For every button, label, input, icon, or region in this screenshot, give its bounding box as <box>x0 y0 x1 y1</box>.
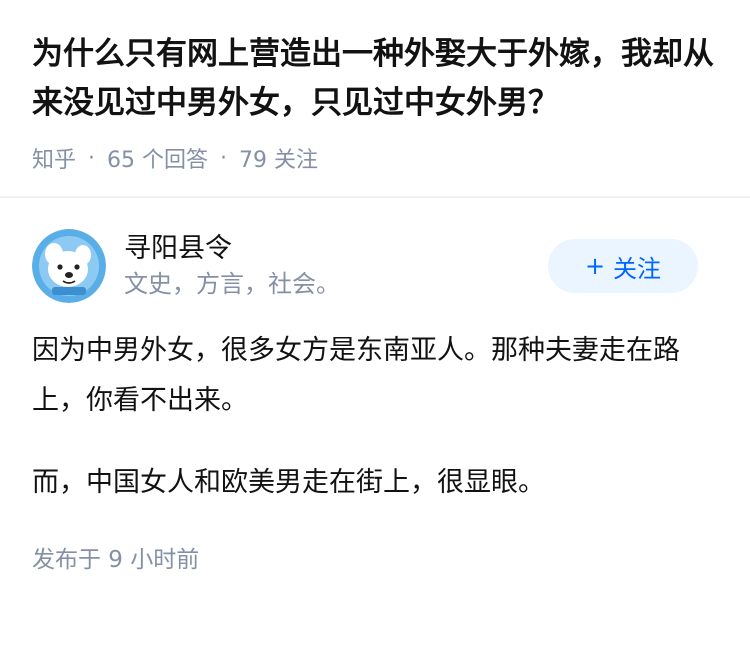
meta-separator: · <box>220 145 228 171</box>
author-row: 寻阳县令 文史，方言，社会。 + 关注 <box>32 228 718 304</box>
plus-icon: + <box>584 252 606 280</box>
source-label[interactable]: 知乎 <box>32 142 76 174</box>
follower-count[interactable]: 79 关注 <box>239 142 318 174</box>
answer-card: 寻阳县令 文史，方言，社会。 + 关注 因为中男外女，很多女方是东南亚人。那种夫… <box>0 198 750 574</box>
publish-time: 发布于 9 小时前 <box>32 547 200 573</box>
meta-separator: · <box>88 145 96 171</box>
answer-content[interactable]: 因为中男外女，很多女方是东南亚人。那种夫妻走在路上，你看不出来。 而，中国女人和… <box>32 326 718 508</box>
author-bio: 文史，方言，社会。 <box>124 270 340 298</box>
question-header: 为什么只有网上营造出一种外娶大于外嫁，我却从来没见过中男外女，只见过中女外男？ … <box>0 0 750 198</box>
answer-count[interactable]: 65 个回答 <box>107 142 208 174</box>
question-title[interactable]: 为什么只有网上营造出一种外娶大于外嫁，我却从来没见过中男外女，只见过中女外男？ <box>32 30 718 128</box>
author-info: 寻阳县令 文史，方言，社会。 <box>124 231 548 301</box>
question-meta: 知乎 · 65 个回答 · 79 关注 <box>32 142 718 174</box>
answer-paragraph: 而，中国女人和欧美男走在街上，很显眼。 <box>32 467 545 498</box>
follow-button-label: 关注 <box>613 254 662 283</box>
follow-button[interactable]: + 关注 <box>548 239 698 293</box>
answer-paragraph: 因为中男外女，很多女方是东南亚人。那种夫妻走在路上，你看不出来。 <box>32 335 680 416</box>
author-name[interactable]: 寻阳县令 <box>124 231 548 267</box>
dog-avatar-icon[interactable] <box>32 229 106 303</box>
